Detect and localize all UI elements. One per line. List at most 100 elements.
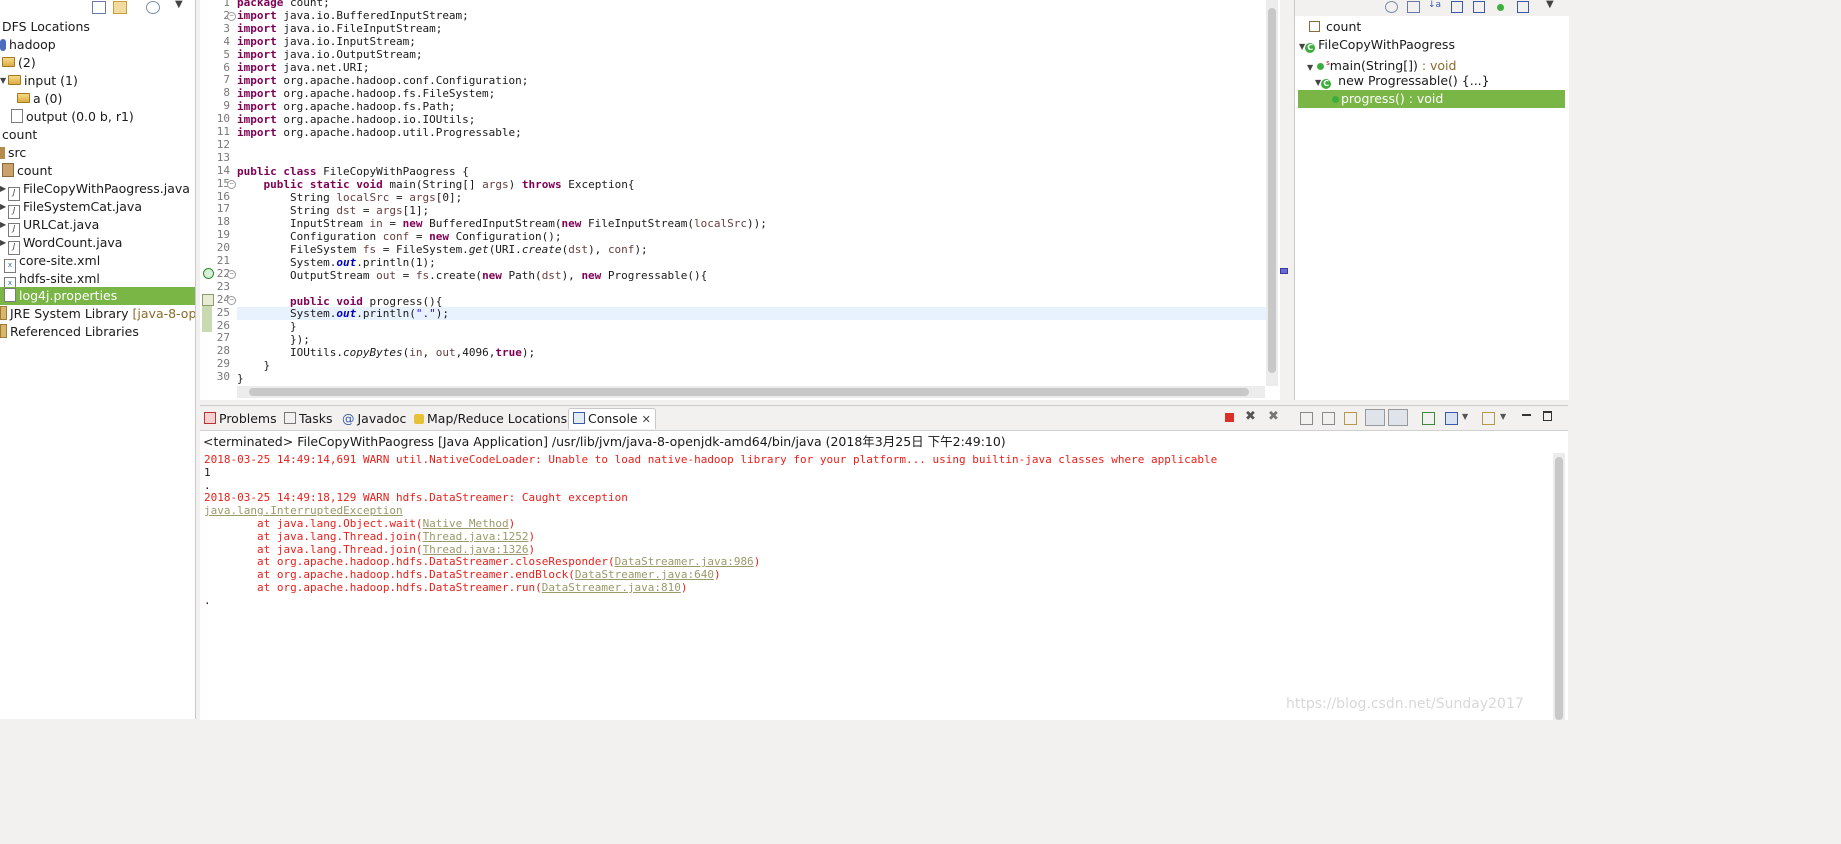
overview-ruler-marker[interactable]	[1280, 268, 1288, 274]
view-menu-icon[interactable]: ▼	[175, 0, 183, 10]
console-line: 1	[204, 466, 211, 479]
code-editor[interactable]: 12−3456789101112131415−16171819202122−23…	[200, 0, 1280, 400]
collapse-all-icon[interactable]	[92, 1, 106, 14]
tree-item-dfs-locations[interactable]: DFS Locations	[2, 18, 195, 36]
remove-all-terminated-icon[interactable]: ✖	[1268, 409, 1279, 424]
tree-collapsed-arrow-icon[interactable]: ▶	[0, 198, 8, 216]
code-area[interactable]: package count; import java.io.BufferedIn…	[237, 0, 1267, 385]
line-number: 11	[216, 125, 230, 138]
pin-console-icon[interactable]	[1422, 412, 1435, 425]
console-vertical-scrollbar[interactable]	[1553, 453, 1565, 720]
editor-vertical-scrollbar[interactable]	[1266, 0, 1278, 386]
tree-item-output[interactable]: output (0.0 b, r1)	[11, 108, 195, 126]
exception-link[interactable]: java.lang.InterruptedException	[204, 504, 403, 517]
minimize-icon[interactable]	[1522, 414, 1531, 416]
line-number: 18	[216, 215, 230, 229]
tree-item-filesystemcat[interactable]: ▶ J FileSystemCat.java	[0, 198, 195, 219]
show-console-on-stdout-icon[interactable]	[1365, 409, 1385, 426]
tree-item-input[interactable]: ▼ input (1)	[0, 72, 195, 90]
outline-item-class[interactable]: ▼ C FileCopyWithPaogress	[1295, 36, 1569, 54]
tree-item-core-site[interactable]: x core-site.xml	[4, 252, 195, 273]
tree-expanded-arrow-icon[interactable]: ▼	[1307, 63, 1313, 72]
view-settings-icon[interactable]	[146, 1, 160, 14]
outline-item-main[interactable]: ▼ smain(String[]) : void	[1295, 54, 1569, 73]
source-link[interactable]: DataStreamer.java:986	[615, 555, 754, 568]
filters-icon[interactable]	[1385, 1, 1398, 13]
outline-item-progress[interactable]: progress() : void	[1298, 90, 1565, 108]
tree-collapsed-arrow-icon[interactable]: ▶	[0, 234, 8, 252]
fold-toggle-icon[interactable]: −	[227, 11, 236, 21]
chevron-down-icon[interactable]: ▼	[1462, 412, 1468, 421]
tree-item-label: count	[17, 163, 53, 178]
tree-item-src[interactable]: src	[0, 144, 195, 162]
tree-item-jre-library[interactable]: JRE System Library [java-8-openjdk-amd64…	[0, 305, 195, 323]
tab-problems[interactable]: Problems	[204, 409, 277, 429]
tree-collapsed-arrow-icon[interactable]: ▶	[0, 180, 8, 198]
library-icon	[0, 306, 7, 320]
line-number: 7	[223, 73, 230, 87]
tree-item-hadoop[interactable]: hadoop	[0, 36, 195, 54]
remove-launch-icon[interactable]: ✖	[1245, 409, 1256, 424]
hide-non-public-icon[interactable]	[1497, 4, 1504, 11]
scrollbar-thumb[interactable]	[1268, 8, 1276, 373]
tree-item-filecopywithpaogress[interactable]: ▶ J FileCopyWithPaogress.java	[0, 180, 195, 201]
clear-console-icon[interactable]	[1300, 412, 1313, 425]
tree-expanded-arrow-icon[interactable]: ▼	[0, 72, 8, 90]
tree-item-wordcount[interactable]: ▶ J WordCount.java	[0, 234, 195, 255]
implements-method-icon[interactable]	[203, 267, 214, 279]
tree-item-urlcat[interactable]: ▶ J URLCat.java	[0, 216, 195, 237]
display-selected-console-icon[interactable]	[1445, 412, 1458, 425]
close-icon[interactable]: ✕	[642, 413, 651, 426]
bottom-tab-bar: Problems Tasks @ Javadoc Map/Reduce Locat…	[200, 406, 1568, 431]
sort-icon[interactable]: ↓a	[1428, 0, 1441, 10]
view-menu-icon[interactable]: ▼	[1546, 0, 1554, 10]
hide-local-types-icon[interactable]	[1517, 1, 1529, 13]
scrollbar-thumb[interactable]	[249, 388, 1249, 396]
source-link[interactable]: DataStreamer.java:810	[542, 581, 681, 594]
outline-item-package[interactable]: count	[1295, 18, 1569, 36]
code-line: IOUtils.copyBytes(in, out,4096,true);	[237, 346, 536, 359]
word-wrap-icon[interactable]	[1344, 412, 1357, 425]
tree-collapsed-arrow-icon[interactable]: ▶	[0, 216, 8, 234]
hide-static-icon[interactable]	[1473, 1, 1485, 13]
source-link[interactable]: DataStreamer.java:640	[575, 568, 714, 581]
fold-toggle-icon[interactable]: −	[227, 269, 236, 279]
code-line: import org.apache.hadoop.io.IOUtils;	[237, 113, 476, 126]
tree-item-count-package[interactable]: count	[2, 162, 195, 180]
line-number: 30	[216, 370, 230, 384]
chevron-down-icon[interactable]: ▼	[1500, 412, 1506, 421]
tree-item-folder-2[interactable]: (2)	[2, 54, 195, 72]
override-marker-icon[interactable]	[202, 293, 214, 306]
tab-javadoc[interactable]: @ Javadoc	[342, 409, 406, 429]
tree-item-label: core-site.xml	[19, 253, 101, 268]
show-console-on-stderr-icon[interactable]	[1388, 409, 1408, 426]
fold-toggle-icon[interactable]: −	[227, 295, 236, 305]
tree-item-hdfs-site[interactable]: x hdfs-site.xml	[4, 270, 195, 291]
tab-tasks[interactable]: Tasks	[284, 409, 333, 429]
maximize-icon[interactable]	[1543, 411, 1552, 421]
tree-item-referenced-libraries[interactable]: Referenced Libraries	[0, 323, 195, 341]
tab-console[interactable]: Console ✕	[568, 408, 656, 429]
open-console-icon[interactable]	[1482, 412, 1495, 425]
tree-item-a[interactable]: a (0)	[17, 90, 195, 108]
editor-horizontal-scrollbar[interactable]	[237, 386, 1265, 398]
scroll-lock-icon[interactable]	[1322, 412, 1335, 425]
scrollbar-thumb[interactable]	[1555, 457, 1563, 720]
class-icon: C	[1305, 43, 1316, 53]
source-link[interactable]: Thread.java:1252	[423, 530, 529, 543]
outline-item-label: FileCopyWithPaogress	[1318, 37, 1455, 52]
collapse-all-icon[interactable]	[1407, 1, 1420, 13]
tree-item-count-project[interactable]: count	[2, 126, 195, 144]
link-with-editor-icon[interactable]	[113, 1, 127, 14]
source-folder-icon	[0, 147, 5, 159]
line-number: 27	[216, 331, 230, 345]
fold-toggle-icon[interactable]: −	[227, 179, 236, 189]
hide-fields-icon[interactable]	[1451, 1, 1463, 13]
terminate-icon[interactable]	[1225, 413, 1234, 422]
tree-item-log4j-properties[interactable]: log4j.properties	[0, 287, 195, 305]
code-line: import java.io.InputStream;	[237, 35, 416, 48]
code-line: import org.apache.hadoop.util.Progressab…	[237, 126, 522, 139]
tab-mapreduce-locations[interactable]: Map/Reduce Locations	[414, 409, 567, 429]
source-link[interactable]: Native Method	[423, 517, 509, 530]
outline-item-anonymous-class[interactable]: ▼ C new Progressable() {...}	[1295, 72, 1569, 90]
